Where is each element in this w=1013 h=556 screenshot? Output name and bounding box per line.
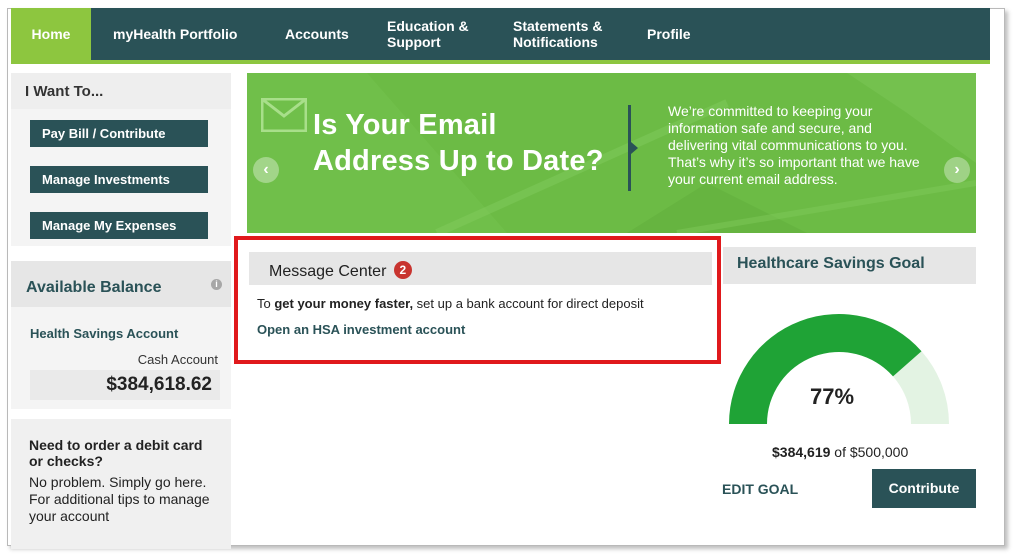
pay-bill-contribute-button[interactable]: Pay Bill / Contribute [30,120,208,147]
message-center-highlight [234,236,721,364]
available-balance-body: Health Savings Account Cash Account $384… [11,307,231,409]
nav-profile-label: Profile [647,26,691,42]
nav-education-support[interactable]: Education & Support [363,8,491,60]
banner-headline: Is Your Email Address Up to Date? [313,107,604,179]
email-banner[interactable]: Is Your Email Address Up to Date? We’re … [247,73,976,233]
nav-education-label: Education & Support [387,18,469,50]
manage-investments-button[interactable]: Manage Investments [30,166,208,193]
hsa-account-name[interactable]: Health Savings Account [30,326,178,341]
contribute-button[interactable]: Contribute [872,469,976,508]
envelope-icon [261,98,307,132]
info-icon[interactable]: i [211,279,222,290]
nav-underline [11,60,990,64]
available-balance-title: Available Balance [26,279,162,296]
savings-goal-amount: $384,619 of $500,000 [772,444,908,460]
i-want-to-title: I Want To... [25,83,104,100]
nav-statements-notifications[interactable]: Statements & Notifications [491,8,625,60]
available-balance-header: Available Balance i [11,261,231,307]
banner-divider-arrow [631,142,638,154]
nav-myhealth-portfolio[interactable]: myHealth Portfolio [91,8,255,60]
banner-body-text: We’re committed to keeping your informat… [668,103,920,187]
savings-goal-saved: $384,619 [772,444,831,460]
savings-goal-percent: 77% [810,384,855,409]
i-want-to-panel: I Want To... Pay Bill / Contribute Manag… [11,73,231,246]
edit-goal-link[interactable]: EDIT GOAL [722,481,798,497]
debit-card-promo: Need to order a debit card or checks? No… [11,419,231,549]
nav-accounts[interactable]: Accounts [255,8,363,60]
promo-text-line-1[interactable]: No problem. Simply go here. [29,474,219,491]
promo-text: No problem. Simply go here. For addition… [29,474,219,525]
carousel-next-icon[interactable]: › [944,157,970,183]
nav-accounts-label: Accounts [285,26,349,42]
savings-goal-header: Healthcare Savings Goal [723,247,976,284]
promo-text-line-2: For additional tips to manage your accou… [29,491,210,524]
nav-statements-label: Statements & Notifications [513,18,603,50]
banner-headline-line-1: Is Your Email [313,109,497,141]
savings-goal-target: of $500,000 [830,444,909,460]
main-nav: Home myHealth Portfolio Accounts Educati… [11,8,990,60]
cash-amount-box: $384,618.62 [30,370,220,400]
manage-my-expenses-button[interactable]: Manage My Expenses [30,212,208,239]
promo-title: Need to order a debit card or checks? [29,437,203,469]
nav-portfolio-label: myHealth Portfolio [113,26,238,42]
savings-goal-title: Healthcare Savings Goal [737,255,925,272]
cash-account-label: Cash Account [137,352,218,367]
available-balance-panel: Available Balance i Health Savings Accou… [11,261,231,409]
nav-home-label: Home [31,26,71,42]
i-want-to-actions: Pay Bill / Contribute Manage Investments… [11,109,231,246]
cash-amount: $384,618.62 [106,374,212,395]
nav-profile[interactable]: Profile [625,8,725,60]
carousel-prev-icon[interactable]: ‹ [253,157,279,183]
nav-home[interactable]: Home [11,8,91,60]
banner-headline-line-2: Address Up to Date? [313,145,604,177]
